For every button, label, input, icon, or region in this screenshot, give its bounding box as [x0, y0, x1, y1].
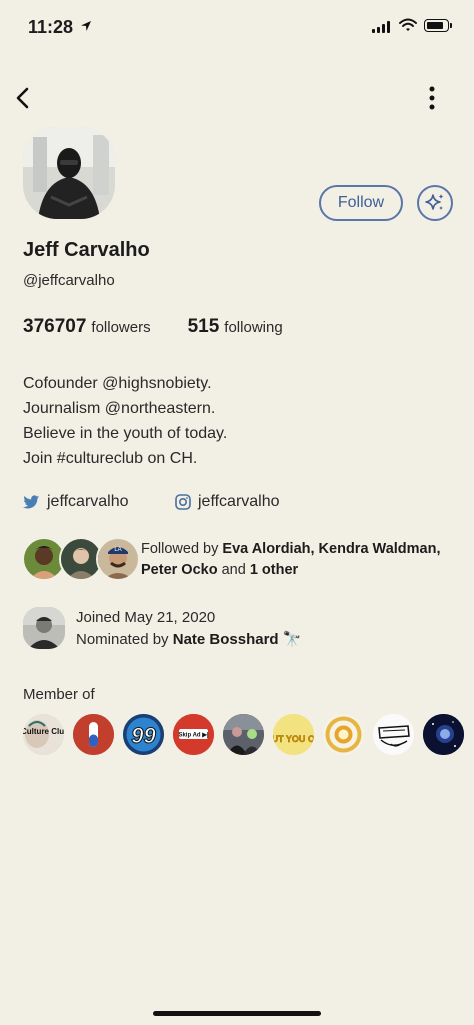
followed-by-prefix: Followed by	[141, 541, 219, 557]
following-label: following	[224, 319, 283, 336]
profile-stats: 376707 followers 515 following	[23, 316, 283, 338]
instagram-icon	[175, 494, 191, 510]
club-icon[interactable]	[223, 714, 264, 755]
club-icon[interactable]	[323, 714, 364, 755]
joined-info: Joined May 21, 2020 Nominated by Nate Bo…	[76, 607, 301, 651]
member-of-label: Member of	[23, 686, 95, 703]
instagram-handle: jeffcarvalho	[198, 493, 280, 510]
battery-icon	[424, 19, 452, 32]
follow-button[interactable]: Follow	[319, 185, 403, 221]
profile-bio: Cofounder @highsnobiety. Journalism @nor…	[23, 371, 227, 471]
followed-by-other: 1 other	[249, 562, 299, 578]
club-icon[interactable]	[373, 714, 414, 755]
more-options-button[interactable]	[421, 84, 443, 114]
twitter-icon	[23, 494, 40, 510]
sparkle-icon	[425, 194, 444, 210]
back-button[interactable]	[12, 85, 36, 111]
bio-line: Cofounder @highsnobiety.	[23, 375, 212, 392]
profile-handle: @jeffcarvalho	[23, 272, 115, 289]
profile-avatar[interactable]	[23, 127, 115, 219]
location-arrow-icon	[80, 19, 92, 37]
club-text: 99	[131, 723, 156, 748]
twitter-link[interactable]: jeffcarvalho	[23, 493, 129, 511]
clubs-list: Culture Club 99 Skip Ad ▶| PUT YOU ON	[23, 714, 464, 755]
club-icon[interactable]: Skip Ad ▶|	[173, 714, 214, 755]
nominator-avatar[interactable]	[23, 607, 65, 649]
cell-signal-icon	[372, 21, 390, 33]
joined-date: Joined May 21, 2020	[76, 609, 216, 626]
telescope-emoji: 🔭	[282, 631, 302, 648]
following-stat[interactable]: 515 following	[188, 316, 283, 338]
followers-stat[interactable]: 376707 followers	[23, 316, 151, 338]
sparkle-button[interactable]	[417, 185, 453, 221]
profile-name: Jeff Carvalho	[23, 239, 150, 261]
bio-line: Believe in the youth of today.	[23, 425, 228, 442]
club-icon[interactable]: PUT YOU ON	[273, 714, 314, 755]
followers-label: followers	[91, 319, 151, 336]
mutual-followers-avatars[interactable]: LA	[22, 537, 140, 581]
nominated-by[interactable]: Nominated by Nate Bosshard 🔭	[76, 629, 301, 651]
followed-by-text[interactable]: Followed by Eva Alordiah, Kendra Waldman…	[141, 539, 461, 581]
followed-by-and: and	[221, 562, 246, 578]
club-text: Culture Club	[23, 727, 64, 736]
instagram-link[interactable]: jeffcarvalho	[175, 493, 280, 511]
bio-line: Join #cultureclub on CH.	[23, 450, 198, 467]
followers-count: 376707	[23, 316, 87, 337]
club-icon[interactable]: Culture Club	[23, 714, 64, 755]
club-icon[interactable]: 99	[123, 714, 164, 755]
bio-line: Journalism @northeastern.	[23, 400, 216, 417]
svg-text:LA: LA	[114, 547, 121, 553]
following-count: 515	[187, 316, 220, 337]
club-text: PUT YOU ON	[273, 734, 314, 744]
avatar: LA	[96, 537, 140, 581]
twitter-handle: jeffcarvalho	[47, 493, 129, 510]
club-icon[interactable]	[73, 714, 114, 755]
status-time: 11:28	[28, 17, 74, 37]
club-icon[interactable]	[423, 714, 464, 755]
nominator-name: Nate Bosshard	[172, 631, 279, 648]
wifi-icon	[399, 18, 417, 37]
home-indicator[interactable]	[153, 1011, 321, 1016]
club-text: Skip Ad ▶|	[178, 732, 208, 739]
nominated-prefix: Nominated by	[76, 631, 169, 648]
